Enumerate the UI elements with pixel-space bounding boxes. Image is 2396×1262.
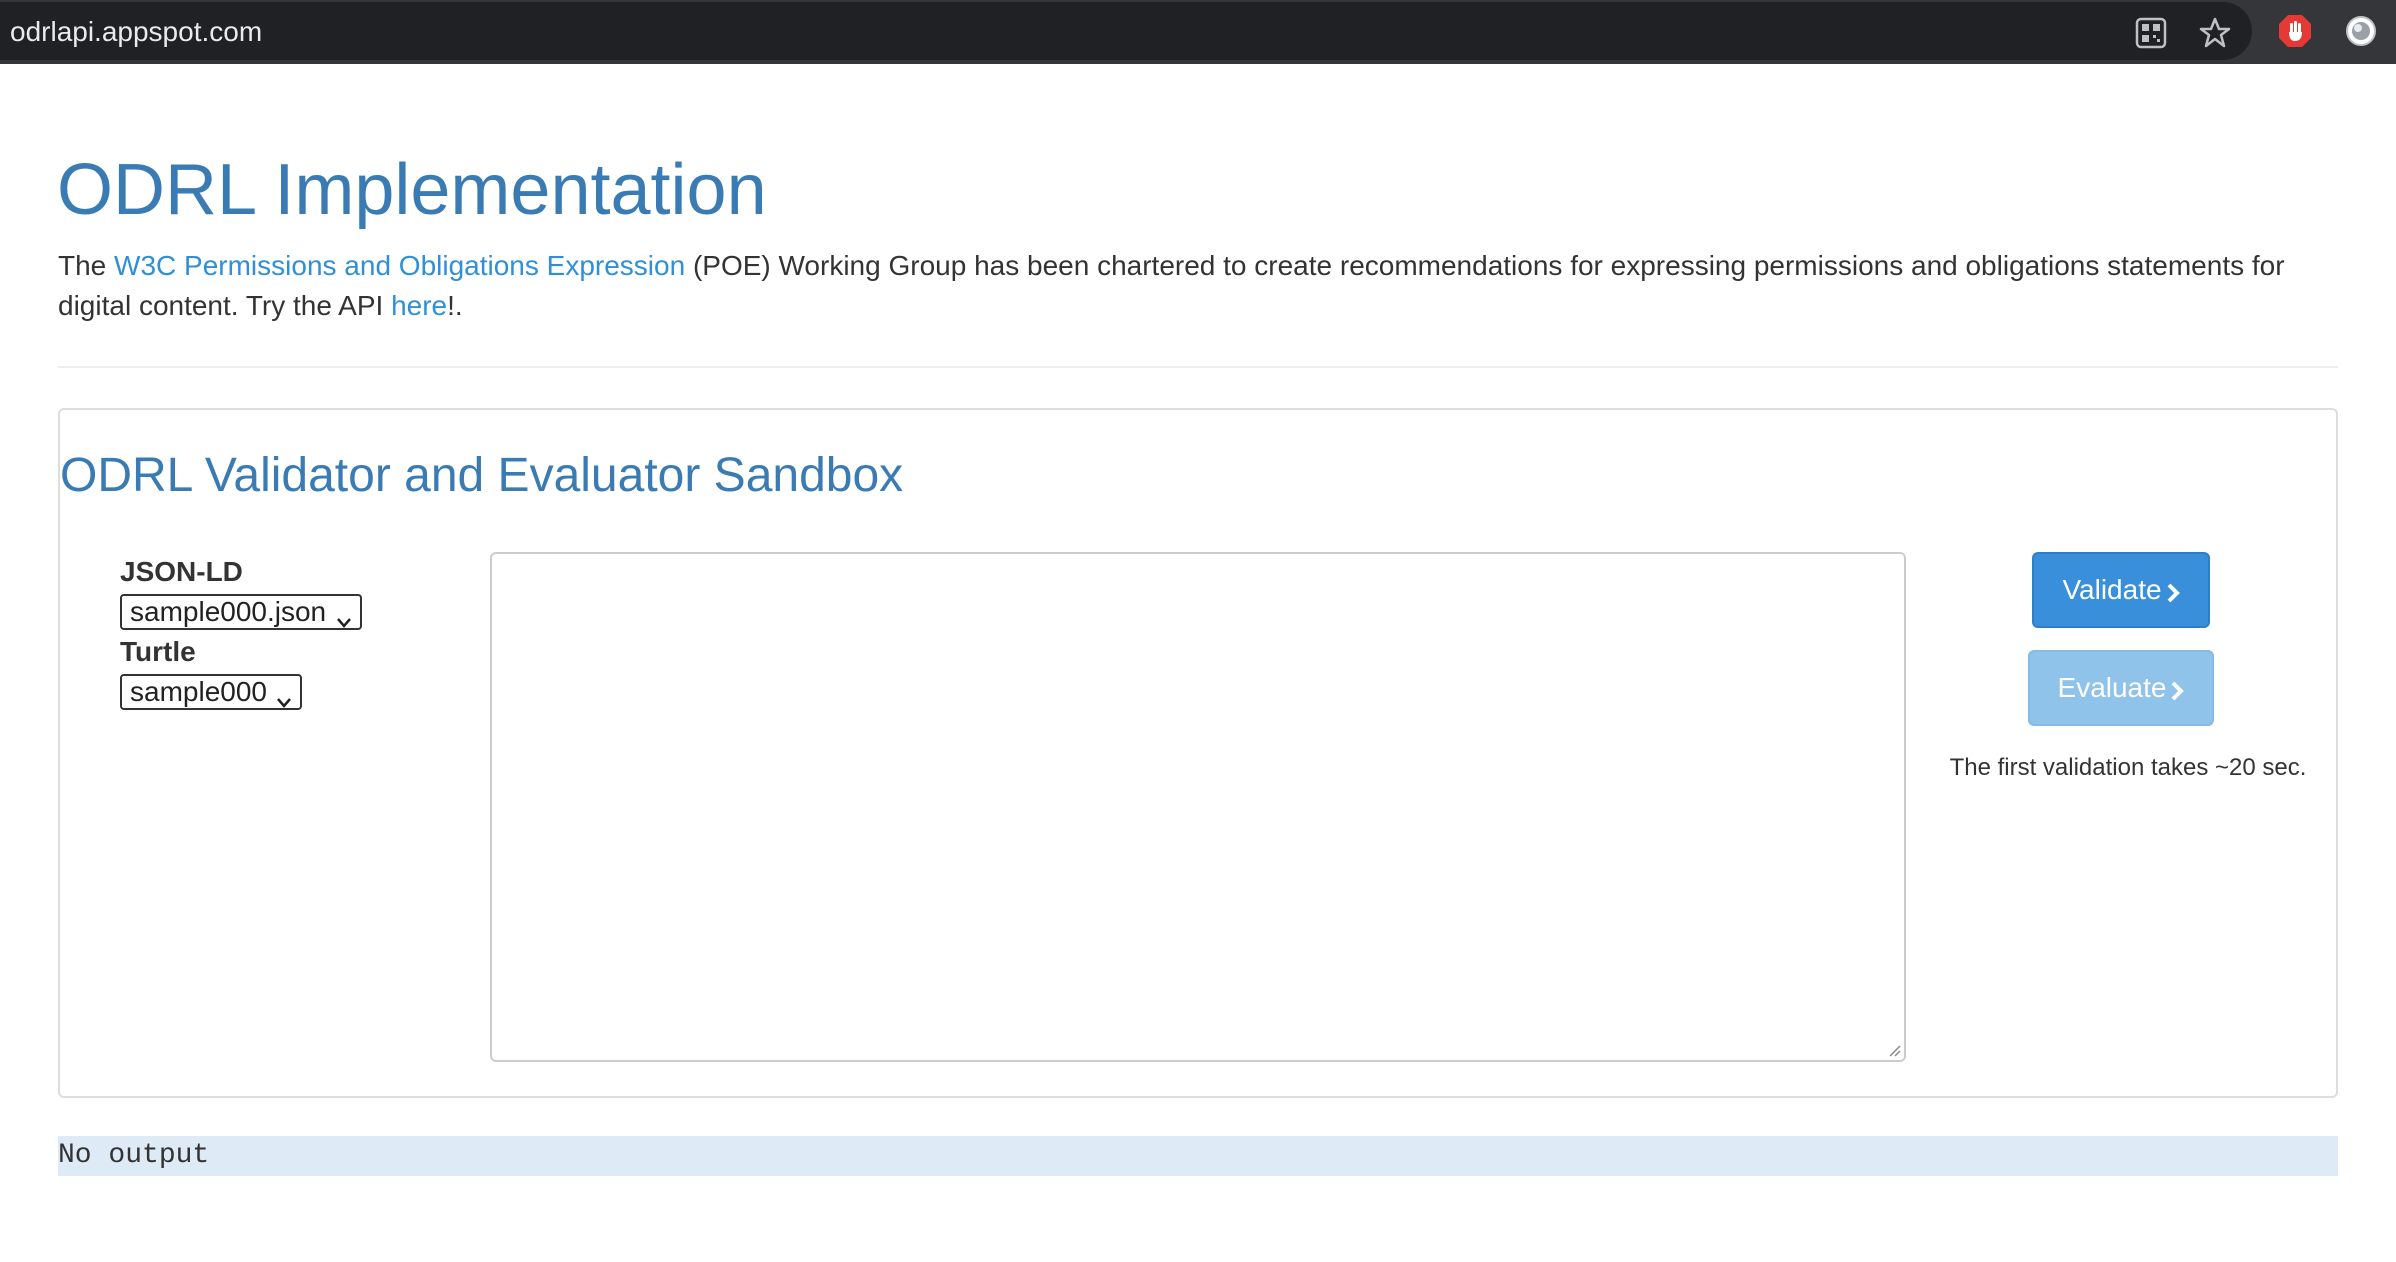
- sandbox-panel: ODRL Validator and Evaluator Sandbox JSO…: [58, 408, 2338, 1098]
- divider: [58, 366, 2338, 368]
- turtle-sample-select[interactable]: sample000: [120, 674, 302, 710]
- api-here-link[interactable]: here: [391, 290, 447, 321]
- intro-suffix: !.: [447, 290, 463, 321]
- address-bar[interactable]: odrlapi.appspot.com: [0, 2, 2252, 60]
- adblock-hand-icon[interactable]: [2278, 14, 2312, 48]
- page-title: ODRL Implementation: [57, 150, 767, 230]
- evaluate-button-label: Evaluate: [2057, 672, 2167, 703]
- jsonld-sample-select[interactable]: sample000.json: [120, 594, 362, 630]
- qr-code-icon[interactable]: [2134, 16, 2168, 50]
- evaluate-button[interactable]: Evaluate: [2028, 650, 2214, 726]
- jsonld-label: JSON-LD: [120, 556, 243, 587]
- chevron-down-icon: [336, 605, 352, 628]
- resize-grip-icon[interactable]: [1886, 1042, 1902, 1058]
- chevron-right-icon: [2170, 677, 2185, 701]
- turtle-label: Turtle: [120, 636, 196, 667]
- output-console: No output: [58, 1136, 2338, 1176]
- policy-editor-textarea[interactable]: [490, 552, 1906, 1062]
- jsonld-selected-value: sample000.json: [130, 596, 327, 627]
- browser-toolbar: odrlapi.appspot.com: [0, 0, 2396, 64]
- intro-prefix: The: [58, 250, 115, 281]
- validation-time-note: The first validation takes ~20 sec.: [1949, 754, 2307, 781]
- validate-button[interactable]: Validate: [2032, 552, 2210, 628]
- w3c-poe-link[interactable]: W3C Permissions and Obligations Expressi…: [114, 250, 685, 281]
- intro-paragraph: The W3C Permissions and Obligations Expr…: [58, 246, 2338, 326]
- validate-button-label: Validate: [2062, 574, 2162, 605]
- chevron-right-icon: [2166, 579, 2180, 603]
- profile-icon[interactable]: [2344, 14, 2378, 48]
- bookmark-star-icon[interactable]: [2198, 16, 2232, 50]
- sandbox-title: ODRL Validator and Evaluator Sandbox: [60, 449, 904, 502]
- url-text[interactable]: odrlapi.appspot.com: [10, 16, 262, 48]
- turtle-selected-value: sample000: [130, 676, 267, 707]
- chevron-down-icon: [276, 685, 292, 708]
